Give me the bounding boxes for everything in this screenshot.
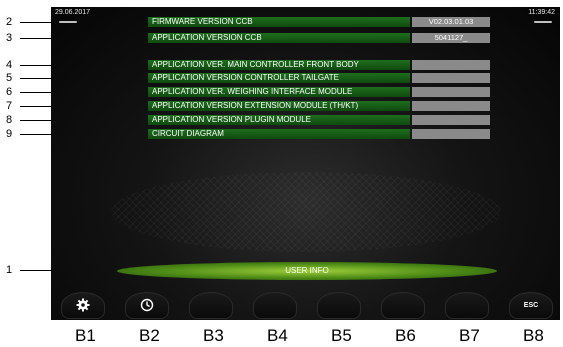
row-label: APPLICATION VERSION PLUGIN MODULE (148, 115, 410, 125)
row-value (412, 87, 490, 97)
row-label: APPLICATION VERSION CONTROLLER TAILGATE (148, 73, 410, 83)
b6-button[interactable] (381, 292, 425, 319)
b1-label: B1 (75, 326, 96, 345)
row-value (412, 60, 490, 70)
row-value (412, 129, 490, 139)
b2-clock-button[interactable] (125, 292, 169, 319)
callout-4: 4 (6, 59, 13, 71)
background-mesh (111, 172, 501, 252)
b3-label: B3 (203, 326, 224, 345)
b4-label: B4 (267, 326, 288, 345)
b8-esc-button[interactable]: ESC (509, 292, 553, 319)
row-label: APPLICATION VER. WEIGHING INTERFACE MODU… (148, 87, 410, 97)
user-info-button[interactable]: USER INFO (117, 262, 497, 280)
callout-2: 2 (6, 16, 13, 28)
row-value: V02.03.01.03 (412, 17, 490, 27)
row-label: FIRMWARE VERSION CCB (148, 17, 410, 27)
device-screen: 29.06.2017 11:39:42 FIRMWARE VERSION CCB… (51, 7, 560, 320)
row-value (412, 73, 490, 83)
b7-label: B7 (459, 326, 480, 345)
row-label: APPLICATION VER. MAIN CONTROLLER FRONT B… (148, 60, 410, 70)
row-value: 5041127_ (412, 33, 490, 43)
callout-5: 5 (6, 72, 13, 84)
row-label: APPLICATION VERSION EXTENSION MODULE (TH… (148, 101, 410, 111)
b3-button[interactable] (189, 292, 233, 319)
b8-label: B8 (523, 326, 544, 345)
b5-label: B5 (331, 326, 352, 345)
callout-1: 1 (6, 264, 13, 276)
b7-button[interactable] (445, 292, 489, 319)
row-label: APPLICATION VERSION CCB (148, 33, 410, 43)
callout-7: 7 (6, 100, 13, 112)
b1-settings-button[interactable] (61, 292, 105, 319)
row-label: CIRCUIT DIAGRAM (148, 129, 410, 139)
callout-3: 3 (6, 32, 13, 44)
status-indicator-left (59, 21, 77, 23)
date-display: 29.06.2017 (55, 9, 91, 16)
time-display: 11:39:42 (528, 9, 555, 16)
b5-button[interactable] (317, 292, 361, 319)
clock-icon (140, 298, 154, 312)
callout-8: 8 (6, 114, 13, 126)
b2-label: B2 (139, 326, 160, 345)
row-value (412, 101, 490, 111)
b4-button[interactable] (253, 292, 297, 319)
callout-9: 9 (6, 128, 13, 140)
gear-icon (76, 298, 90, 312)
callout-6: 6 (6, 86, 13, 98)
b6-label: B6 (395, 326, 416, 345)
soft-button-bar: ESC (51, 290, 560, 320)
status-indicator-right (534, 21, 552, 23)
row-value (412, 115, 490, 125)
